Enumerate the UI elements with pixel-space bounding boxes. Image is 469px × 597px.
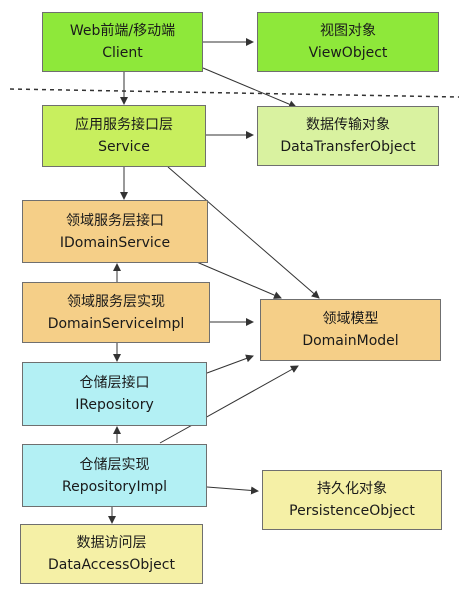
domainmodel-node: 领域模型 DomainModel [260, 299, 441, 361]
domainserviceimpl-subtitle: DomainServiceImpl [47, 315, 185, 332]
dto-subtitle: DataTransferObject [280, 139, 416, 155]
persistence-subtitle: PersistenceObject [289, 503, 415, 519]
repository-node: 仓储层接口 IRepository [22, 362, 207, 426]
service-subtitle: Service [98, 139, 150, 155]
dao-node: 数据访问层 DataAccessObject [20, 524, 203, 584]
repository-title: 仓储层接口 [79, 375, 150, 391]
client-subtitle: Client [102, 45, 143, 61]
dao-subtitle: DataAccessObject [48, 557, 175, 573]
persistence-node: 持久化对象 PersistenceObject [262, 470, 442, 530]
viewobject-title: 视图对象 [320, 23, 376, 39]
arrow-client-to-dto [202, 67, 297, 108]
domainserviceimpl-title: 领域服务层实现 [67, 293, 165, 310]
domainmodel-title: 领域模型 [322, 311, 379, 327]
repositoryimpl-node: 仓储层实现 RepositoryImpl [22, 444, 207, 507]
repositoryimpl-title: 仓储层实现 [79, 456, 150, 473]
client-node: Web前端/移动端 Client [42, 12, 203, 72]
dao-title: 数据访问层 [76, 535, 147, 551]
arrow-repoimpl-to-persistence [206, 486, 259, 495]
dto-node: 数据传输对象 DataTransferObject [257, 106, 439, 166]
viewobject-node: 视图对象 ViewObject [257, 12, 439, 72]
viewobject-subtitle: ViewObject [308, 45, 388, 61]
domainservice-node: 领域服务层接口 IDomainService [22, 200, 208, 263]
domainmodel-subtitle: DomainModel [302, 333, 399, 349]
domainservice-title: 领域服务层接口 [66, 212, 164, 229]
domainservice-subtitle: IDomainService [59, 234, 171, 251]
service-title: 应用服务接口层 [75, 117, 173, 133]
repositoryimpl-subtitle: RepositoryImpl [62, 478, 167, 495]
service-node: 应用服务接口层 Service [42, 105, 206, 167]
domainserviceimpl-node: 领域服务层实现 DomainServiceImpl [22, 282, 210, 343]
client-title: Web前端/移动端 [69, 23, 176, 39]
dto-title: 数据传输对象 [306, 117, 390, 133]
layer-separator-dashed [9, 88, 460, 98]
persistence-title: 持久化对象 [317, 481, 387, 497]
repository-subtitle: IRepository [75, 397, 154, 413]
arrow-repository-to-domainmodel [206, 354, 254, 374]
